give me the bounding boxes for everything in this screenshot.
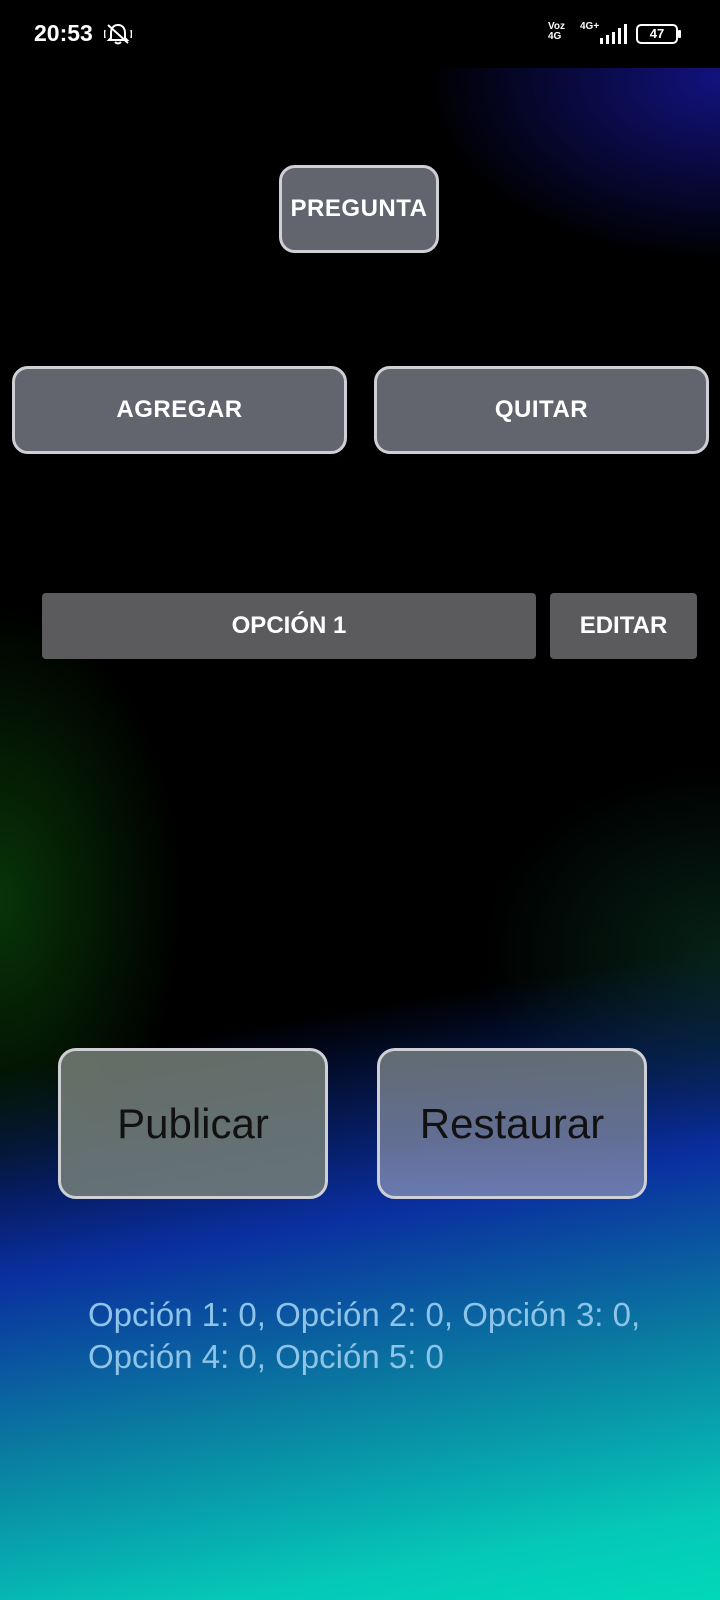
results-line-2: Opción 4: 0, Opción 5: 0 xyxy=(88,1338,444,1375)
signal-strength-icon xyxy=(600,24,627,44)
publicar-button[interactable]: Publicar xyxy=(58,1048,328,1199)
status-time: 20:53 xyxy=(34,20,93,46)
pregunta-button[interactable]: PREGUNTA xyxy=(279,165,439,253)
volte-indicator: Voz 4G xyxy=(548,21,566,42)
editar-button[interactable]: EDITAR xyxy=(550,593,697,659)
restaurar-button[interactable]: Restaurar xyxy=(377,1048,647,1199)
battery-icon: 47 xyxy=(636,24,681,44)
notifications-muted-icon xyxy=(104,23,132,45)
agregar-button[interactable]: AGREGAR xyxy=(12,366,347,454)
status-bar: 20:53 Voz 4G 4G+ 47 xyxy=(0,0,720,68)
results-line-1: Opción 1: 0, Opción 2: 0, Opción 3: 0, xyxy=(88,1296,641,1333)
vote-results: Opción 1: 0, Opción 2: 0, Opción 3: 0, O… xyxy=(88,1294,698,1378)
battery-level: 47 xyxy=(636,24,678,44)
option-1-button[interactable]: OPCIÓN 1 xyxy=(42,593,536,659)
network-type-indicator: 4G+ xyxy=(580,21,600,32)
quitar-button[interactable]: QUITAR xyxy=(374,366,709,454)
